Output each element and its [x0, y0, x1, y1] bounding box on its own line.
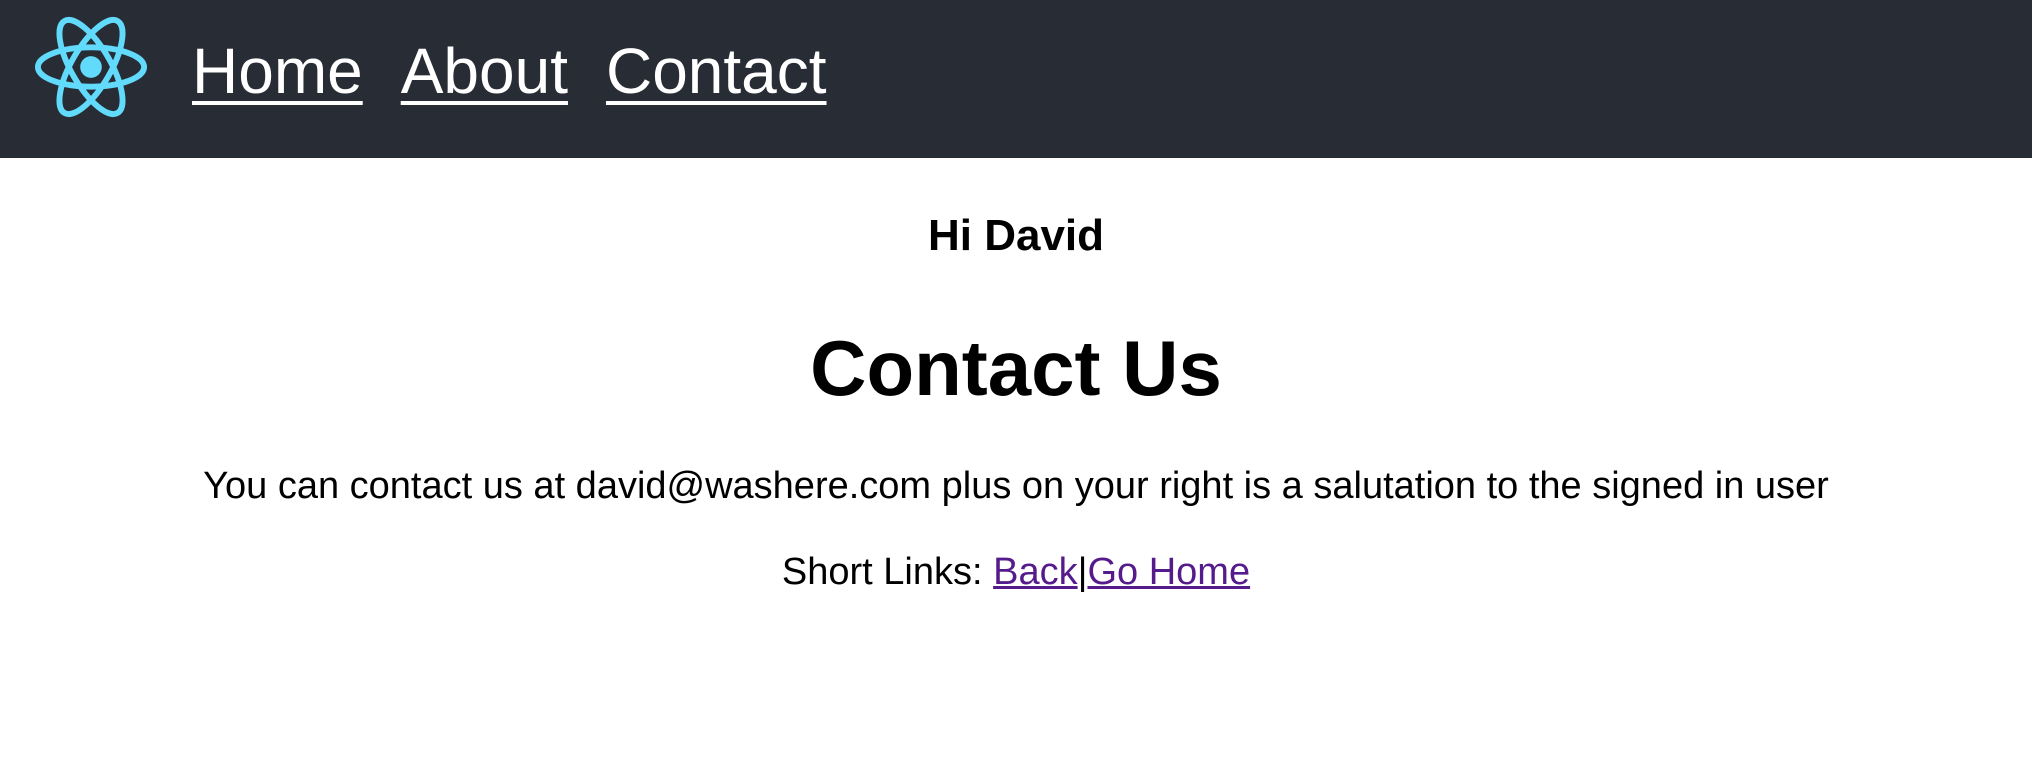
nav-link-contact[interactable]: Contact [606, 28, 827, 114]
main-navigation: Home About Contact [192, 28, 827, 114]
back-link[interactable]: Back [993, 551, 1077, 593]
short-links-label: Short Links: [781, 551, 983, 593]
page-title: Contact Us [810, 324, 1222, 412]
nav-link-home[interactable]: Home [192, 28, 363, 114]
top-header: Home About Contact [0, 0, 2032, 158]
short-links-row: Short Links: Back|Go Home [0, 548, 2032, 596]
link-separator: | [1077, 551, 1088, 593]
user-greeting: Hi David [927, 211, 1105, 260]
react-logo-icon[interactable] [32, 8, 150, 126]
contact-description: You can contact us at david@washere.com … [203, 465, 1829, 507]
go-home-link[interactable]: Go Home [1087, 551, 1250, 593]
nav-link-about[interactable]: About [401, 28, 568, 114]
